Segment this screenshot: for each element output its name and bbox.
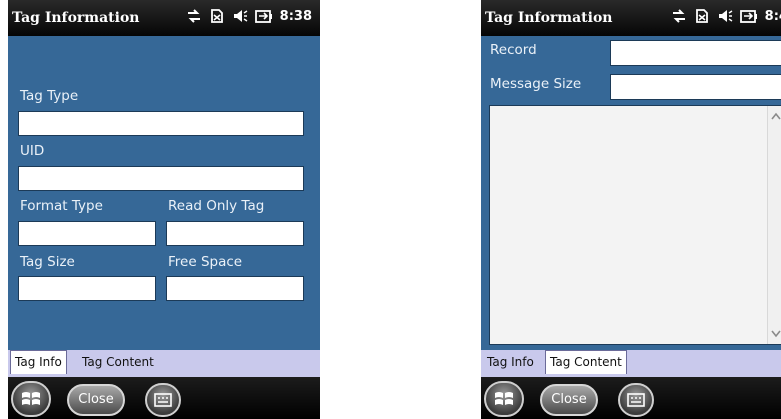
tab-bar: Tag Info Tag Content — [8, 350, 320, 377]
tag-info-screen: Tag Information 8:38 Tag Type UID Format… — [8, 0, 320, 419]
scroll-up-icon[interactable] — [770, 110, 781, 124]
tag-size-field[interactable] — [18, 276, 156, 301]
read-only-tag-field[interactable] — [166, 221, 304, 246]
message-content-area[interactable] — [489, 105, 781, 345]
connectivity-icon — [672, 9, 685, 23]
no-sim-icon — [210, 9, 223, 23]
tab-bar: Tag Info Tag Content — [481, 350, 781, 377]
uid-label: UID — [20, 143, 45, 159]
free-space-field[interactable] — [166, 276, 304, 301]
tab-tag-content[interactable]: Tag Content — [78, 352, 158, 373]
tag-content-screen: Tag Information 8:40 Record Message — [481, 0, 781, 419]
tab-tag-info[interactable]: Tag Info — [10, 350, 67, 374]
soft-key-bar: Close — [8, 377, 320, 419]
uid-field[interactable] — [18, 166, 304, 191]
keyboard-icon — [627, 393, 645, 407]
close-button[interactable]: Close — [67, 384, 125, 416]
soft-key-bar: Close — [481, 377, 781, 419]
tab-tag-content[interactable]: Tag Content — [545, 350, 627, 374]
no-sim-icon — [695, 9, 708, 23]
scroll-down-icon[interactable] — [770, 326, 781, 340]
status-icons: 8:40 — [671, 8, 781, 24]
start-button[interactable] — [11, 381, 51, 417]
close-button[interactable]: Close — [540, 384, 598, 416]
battery-charging-icon — [739, 10, 757, 23]
clock: 8:38 — [279, 8, 312, 24]
connectivity-icon — [187, 9, 200, 23]
tag-size-label: Tag Size — [20, 254, 75, 270]
format-type-field[interactable] — [18, 221, 156, 246]
windows-start-icon — [22, 392, 40, 405]
windows-start-icon — [495, 392, 513, 405]
window-title: Tag Information — [485, 10, 613, 26]
status-icons: 8:38 — [186, 8, 312, 24]
keyboard-button[interactable] — [618, 383, 654, 417]
tag-content-panel: Record Message Size — [481, 36, 781, 350]
format-type-label: Format Type — [20, 198, 103, 214]
title-bar: Tag Information 8:40 — [481, 0, 781, 36]
message-size-field[interactable] — [610, 74, 781, 100]
start-button[interactable] — [484, 381, 524, 417]
read-only-tag-label: Read Only Tag — [168, 198, 265, 214]
volume-icon — [718, 10, 733, 22]
window-title: Tag Information — [12, 10, 140, 26]
tag-info-panel: Tag Type UID Format Type Read Only Tag T… — [8, 36, 320, 350]
record-label: Record — [490, 42, 537, 58]
message-size-label: Message Size — [490, 76, 582, 92]
free-space-label: Free Space — [168, 254, 243, 270]
tag-type-field[interactable] — [18, 111, 304, 136]
tag-type-label: Tag Type — [20, 88, 79, 104]
clock: 8:40 — [764, 8, 781, 24]
keyboard-button[interactable] — [145, 383, 181, 417]
title-bar: Tag Information 8:38 — [8, 0, 320, 36]
battery-charging-icon — [254, 10, 272, 23]
keyboard-icon — [154, 393, 172, 407]
record-field[interactable] — [610, 40, 781, 66]
volume-icon — [233, 10, 248, 22]
vertical-scrollbar[interactable] — [767, 106, 781, 344]
tab-tag-info[interactable]: Tag Info — [483, 352, 538, 373]
